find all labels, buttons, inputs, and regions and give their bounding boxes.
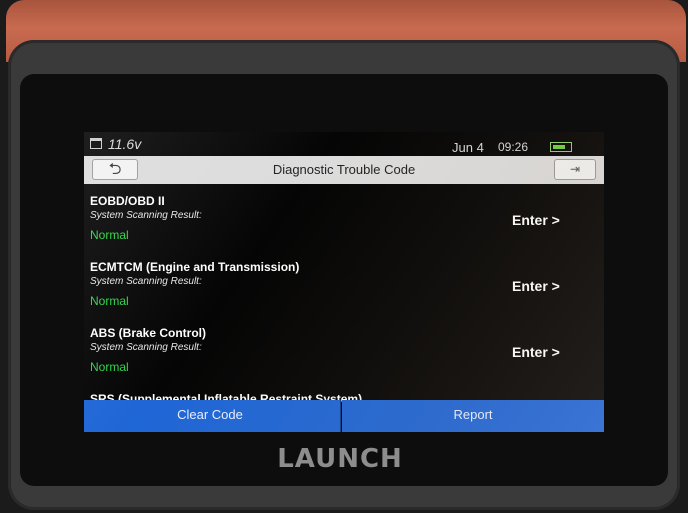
system-name: ABS (Brake Control) bbox=[90, 326, 207, 340]
scan-result-value: Normal bbox=[90, 360, 129, 374]
page-title: Diagnostic Trouble Code bbox=[272, 162, 416, 177]
status-time: 09:26 bbox=[498, 140, 529, 154]
title-bar: Diagnostic Trouble Code ⮌ ⇥ bbox=[84, 156, 604, 184]
battery-voltage: 11.6v bbox=[108, 136, 142, 152]
scan-result-label: System Scanning Result: bbox=[90, 210, 202, 221]
system-name: EOBD/OBD II bbox=[90, 194, 165, 208]
status-date: Jun 4 bbox=[452, 140, 484, 155]
enter-button[interactable]: Enter > bbox=[512, 278, 560, 294]
back-arrow-icon: ⮌ bbox=[108, 161, 122, 178]
enter-button[interactable]: Enter > bbox=[512, 344, 560, 360]
exit-button[interactable]: ⇥ bbox=[554, 159, 596, 180]
app-screen: 11.6v Jun 4 09:26 Diagnostic Trouble Cod… bbox=[84, 132, 604, 432]
action-bar: Clear Code Report bbox=[84, 400, 604, 432]
scan-result-value: Normal bbox=[90, 228, 129, 242]
back-button[interactable]: ⮌ bbox=[92, 159, 138, 180]
brand-logo: LAUNCH bbox=[277, 444, 403, 474]
scan-result-value: Normal bbox=[90, 294, 129, 308]
scan-result-label: System Scanning Result: bbox=[90, 276, 202, 287]
clear-code-button[interactable]: Clear Code bbox=[84, 400, 341, 432]
list-item: ECMTCM (Engine and Transmission) System … bbox=[84, 254, 604, 320]
list-item: ABS (Brake Control) System Scanning Resu… bbox=[84, 320, 604, 386]
status-bar: 11.6v Jun 4 09:26 bbox=[84, 132, 604, 156]
scan-result-label: System Scanning Result: bbox=[90, 342, 202, 353]
report-button[interactable]: Report bbox=[342, 400, 604, 432]
system-name: ECMTCM (Engine and Transmission) bbox=[90, 260, 300, 274]
list-item: EOBD/OBD II System Scanning Result: Norm… bbox=[84, 188, 604, 254]
exit-icon: ⇥ bbox=[569, 162, 581, 176]
battery-icon bbox=[550, 142, 572, 152]
enter-button[interactable]: Enter > bbox=[512, 212, 560, 228]
calendar-icon bbox=[90, 138, 102, 149]
system-list: EOBD/OBD II System Scanning Result: Norm… bbox=[84, 188, 604, 402]
